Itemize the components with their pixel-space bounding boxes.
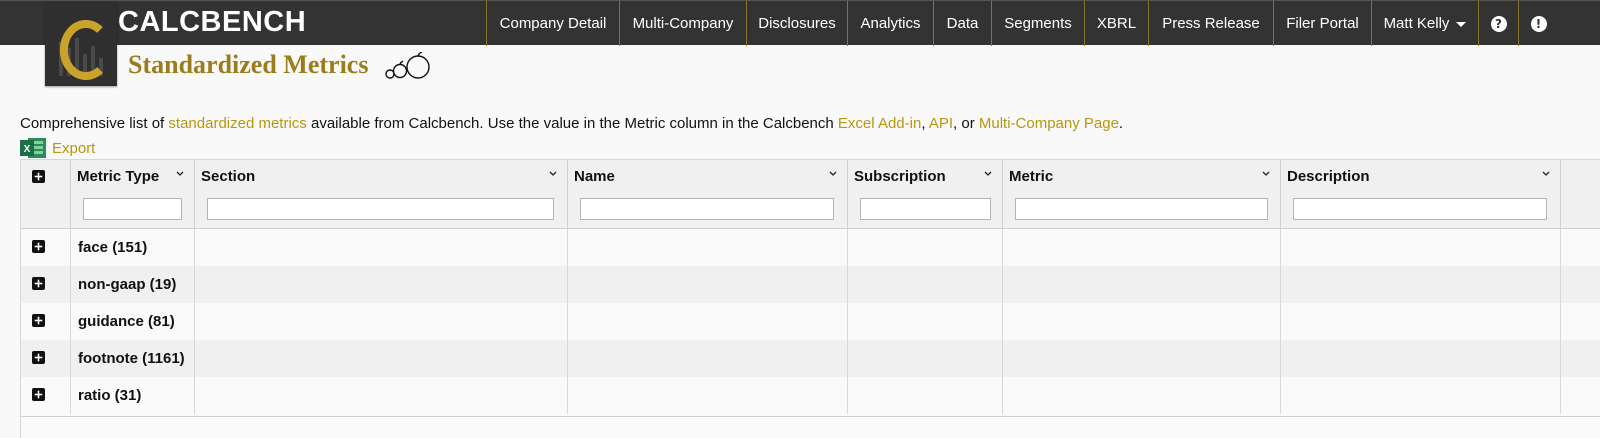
grid-bottom-border <box>21 416 1600 417</box>
group-label: footnote (1161) <box>78 350 185 367</box>
group-label: guidance (81) <box>78 313 175 330</box>
apples-icon <box>385 52 430 79</box>
user-name: Matt Kelly <box>1383 15 1450 32</box>
nav-disclosures[interactable]: Disclosures <box>746 1 847 46</box>
multi-company-page-link[interactable]: Multi-Company Page <box>979 115 1119 132</box>
column-label: Metric Type <box>77 168 160 185</box>
nav-analytics[interactable]: Analytics <box>847 1 933 46</box>
intro-text-part: , <box>921 115 929 132</box>
export-label: Export <box>52 139 96 157</box>
column-description[interactable]: Description <box>1281 160 1561 228</box>
name-filter[interactable] <box>580 198 834 220</box>
chevron-down-icon[interactable] <box>984 170 992 178</box>
table-row[interactable]: non-gaap (19) <box>21 266 1600 303</box>
nav-data[interactable]: Data <box>933 1 991 46</box>
help-button[interactable]: ? <box>1478 1 1518 46</box>
api-link[interactable]: API <box>929 115 953 132</box>
intro-text-part: , or <box>953 115 979 132</box>
exclamation-circle-icon: ! <box>1530 15 1547 32</box>
standardized-metrics-link[interactable]: standardized metrics <box>168 115 306 132</box>
chevron-down-icon[interactable] <box>1542 170 1550 178</box>
column-label: Name <box>574 168 615 185</box>
expand-row-icon[interactable] <box>32 351 45 364</box>
section-filter[interactable] <box>207 198 554 220</box>
table-row[interactable]: ratio (31) <box>21 377 1600 414</box>
grid-header: Metric Type Section Name Subscription Me… <box>21 160 1600 229</box>
intro-text-part: Comprehensive list of <box>20 115 169 132</box>
metric-type-filter[interactable] <box>83 198 182 220</box>
table-row[interactable]: footnote (1161) <box>21 340 1600 377</box>
excel-add-in-link[interactable]: Excel Add-in <box>838 115 921 132</box>
group-label: face (151) <box>78 239 148 256</box>
nav-xbrl[interactable]: XBRL <box>1084 1 1148 46</box>
column-label: Metric <box>1009 168 1054 185</box>
svg-text:X: X <box>24 144 31 155</box>
expand-all-header <box>21 160 71 228</box>
intro-text: Comprehensive list of standardized metri… <box>20 115 1123 132</box>
nav-press-release[interactable]: Press Release <box>1148 1 1273 46</box>
expand-row-icon[interactable] <box>32 277 45 290</box>
caret-down-icon <box>1456 22 1467 27</box>
column-metric[interactable]: Metric <box>1003 160 1281 228</box>
chevron-down-icon[interactable] <box>829 170 837 178</box>
calcbench-logo[interactable] <box>45 2 117 86</box>
column-label: Subscription <box>854 168 946 185</box>
top-navbar: CALCBENCH Company Detail Multi-Company D… <box>0 0 1600 46</box>
chevron-down-icon[interactable] <box>176 170 184 178</box>
alert-button[interactable]: ! <box>1518 1 1558 46</box>
column-label: Description <box>1287 168 1370 185</box>
expand-row-icon[interactable] <box>32 240 45 253</box>
column-subscription[interactable]: Subscription <box>848 160 1003 228</box>
chevron-down-icon[interactable] <box>549 170 557 178</box>
table-row[interactable]: guidance (81) <box>21 303 1600 340</box>
column-name[interactable]: Name <box>568 160 848 228</box>
group-label: non-gaap (19) <box>78 276 177 293</box>
nav-segments[interactable]: Segments <box>991 1 1084 46</box>
export-button[interactable]: X Export <box>20 136 95 160</box>
metric-filter[interactable] <box>1015 198 1268 220</box>
group-label: ratio (31) <box>78 387 142 404</box>
expand-all-icon[interactable] <box>32 170 45 183</box>
subscription-filter[interactable] <box>860 198 991 220</box>
column-label: Section <box>201 168 256 185</box>
question-circle-icon: ? <box>1490 15 1507 32</box>
description-filter[interactable] <box>1293 198 1547 220</box>
nav-filer-portal[interactable]: Filer Portal <box>1273 1 1371 46</box>
expand-row-icon[interactable] <box>32 314 45 327</box>
user-menu[interactable]: Matt Kelly <box>1371 1 1478 46</box>
table-row[interactable]: face (151) <box>21 229 1600 266</box>
chevron-down-icon[interactable] <box>1262 170 1270 178</box>
expand-row-icon[interactable] <box>32 388 45 401</box>
page-title: Standardized Metrics <box>128 50 369 79</box>
nav-multi-company[interactable]: Multi-Company <box>619 1 746 46</box>
column-section[interactable]: Section <box>195 160 568 228</box>
brand-name[interactable]: CALCBENCH <box>118 6 306 39</box>
intro-text-part: . <box>1118 115 1124 132</box>
intro-text-part: available from Calcbench. Use the value … <box>306 115 838 132</box>
excel-icon: X <box>20 138 46 158</box>
column-metric-type[interactable]: Metric Type <box>71 160 195 228</box>
nav-company-detail[interactable]: Company Detail <box>486 1 619 46</box>
metrics-grid: Metric Type Section Name Subscription Me… <box>20 159 1600 438</box>
